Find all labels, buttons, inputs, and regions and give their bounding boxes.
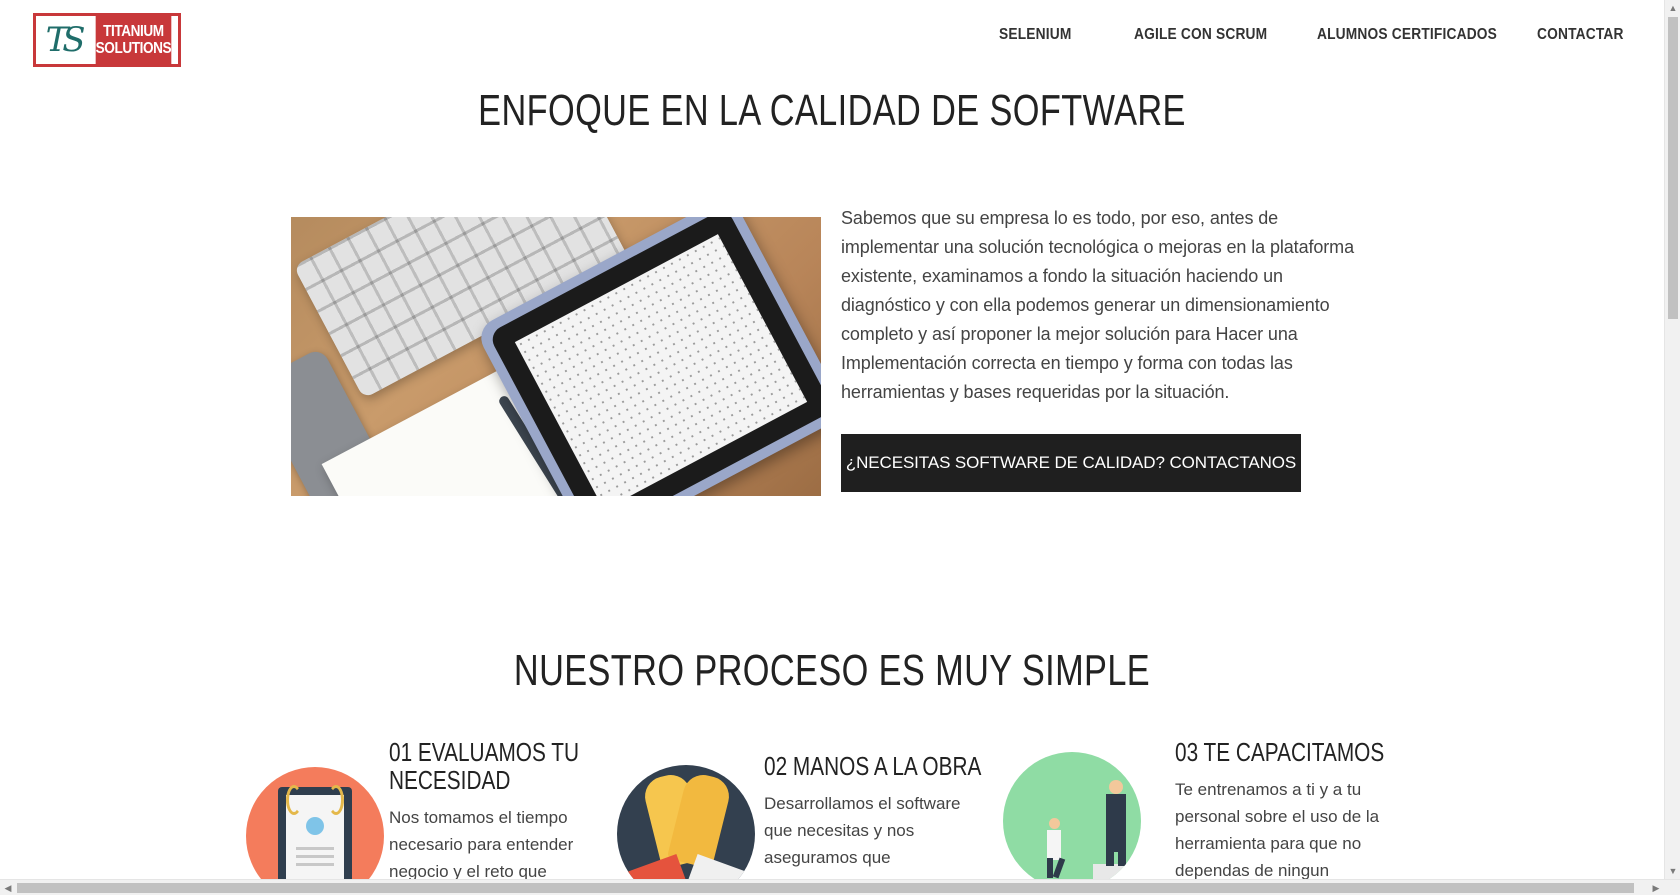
section-title-proceso: NUESTRO PROCESO ES MUY SIMPLE — [513, 646, 1151, 695]
scroll-right-icon[interactable]: ▶ — [1648, 880, 1664, 895]
nav-selenium[interactable]: SELENIUM — [999, 26, 1071, 50]
scroll-left-icon[interactable]: ◀ — [0, 880, 16, 895]
intro-paragraph: Sabemos que su empresa lo es todo, por e… — [841, 208, 1354, 402]
page: TS TITANIUM SOLUTIONS SELENIUM AGILE CON… — [0, 0, 1664, 879]
career-growth-icon — [1003, 752, 1141, 879]
logo-line1: TITANIUM — [103, 23, 164, 40]
logo-text: TITANIUM SOLUTIONS — [95, 16, 172, 64]
scroll-down-icon[interactable]: ▼ — [1665, 863, 1680, 879]
nav-contactar[interactable]: CONTACTAR — [1537, 26, 1624, 50]
high-five-icon — [617, 765, 755, 879]
vertical-scroll-thumb[interactable] — [1668, 17, 1678, 319]
step2-text: Desarrollamos el software que necesitas … — [764, 794, 961, 867]
section-title-calidad: ENFOQUE EN LA CALIDAD DE SOFTWARE — [478, 86, 1186, 135]
nav-alumnos-certificados[interactable]: ALUMNOS CERTIFICADOS — [1317, 26, 1497, 50]
cta-contact-button[interactable]: ¿NECESITAS SOFTWARE DE CALIDAD? CONTACTA… — [841, 434, 1301, 492]
certificate-icon — [246, 767, 384, 879]
scroll-up-icon[interactable]: ▲ — [1665, 0, 1680, 16]
hero-image — [291, 217, 821, 496]
step3-title: 03 TE CAPACITAMOS — [1175, 737, 1385, 767]
horizontal-scroll-thumb[interactable] — [17, 883, 1634, 893]
logo[interactable]: TS TITANIUM SOLUTIONS — [33, 13, 181, 67]
logo-mark: TS — [45, 20, 86, 60]
horizontal-scrollbar[interactable]: ◀ ▶ — [0, 879, 1680, 895]
vertical-scrollbar[interactable]: ▲ ▼ — [1664, 0, 1680, 879]
step2-title: 02 MANOS A LA OBRA — [764, 751, 982, 781]
logo-line2: SOLUTIONS — [95, 40, 172, 57]
step1-text: Nos tomamos el tiempo necesario para ent… — [389, 808, 574, 879]
step3-text: Te entrenamos a ti y a tu personal sobre… — [1175, 780, 1380, 879]
nav-agile-scrum[interactable]: AGILE CON SCRUM — [1134, 26, 1267, 50]
step1-title: 01 EVALUAMOS TU NECESIDAD — [389, 737, 579, 795]
